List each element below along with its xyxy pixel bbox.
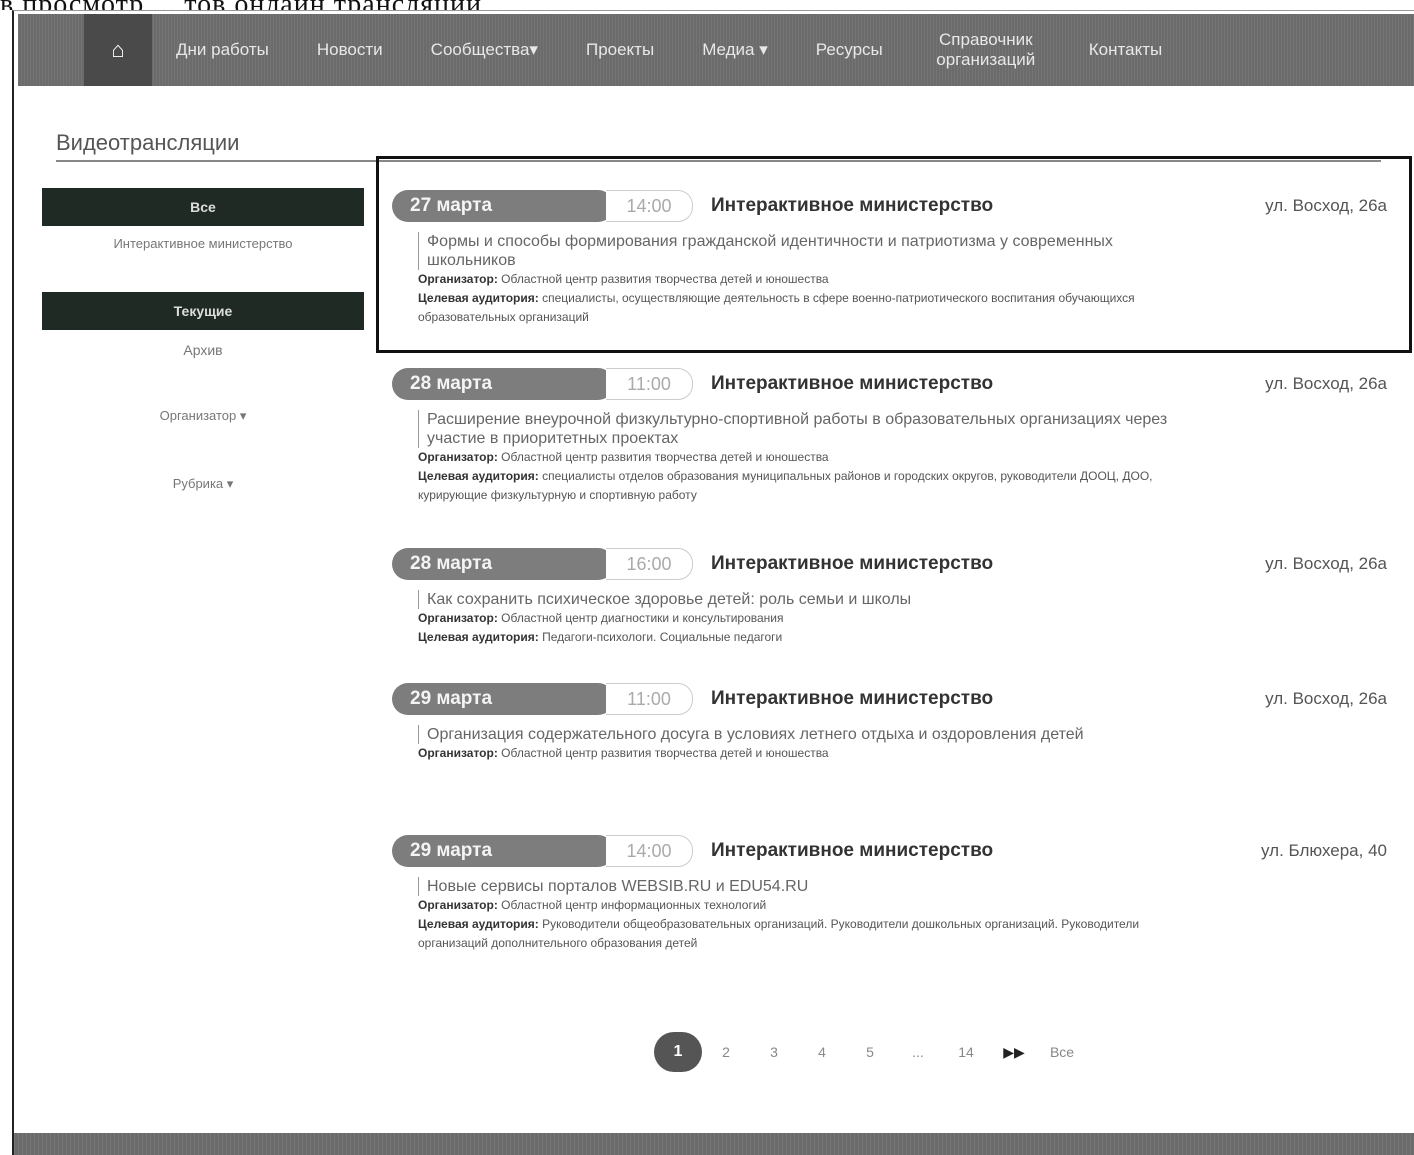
nav-item-directory[interactable]: Справочник организаций	[907, 30, 1065, 70]
event-description[interactable]: Расширение внеурочной физкультурно-спорт…	[418, 410, 1187, 448]
event-description[interactable]: Формы и способы формирования гражданской…	[418, 232, 1187, 270]
event-audience: Целевая аудитория: Руководители общеобра…	[418, 917, 1140, 950]
page-3-button[interactable]: 3	[750, 1044, 798, 1060]
nav-item-work-days[interactable]: Дни работы	[152, 40, 293, 60]
page-footer	[14, 1133, 1414, 1155]
event-date: 29 марта	[392, 683, 614, 715]
event-time: 16:00	[606, 548, 693, 580]
rubric-filter-dropdown[interactable]: Рубрика ▾	[42, 476, 364, 492]
event-date: 27 марта	[392, 190, 614, 222]
event-audience: Целевая аудитория: Педагоги-психологи. С…	[418, 630, 783, 644]
page-2-button[interactable]: 2	[702, 1044, 750, 1060]
event-time: 14:00	[606, 835, 693, 867]
event-organizer: Организатор: Областной центр развития тв…	[418, 746, 829, 760]
page-top-fragment: в просмотр ... тов онлайн трансляций	[0, 0, 1414, 10]
nav-item-communities[interactable]: Сообщества▾	[407, 40, 562, 60]
nav-item-resources[interactable]: Ресурсы	[792, 40, 907, 60]
page-5-button[interactable]: 5	[846, 1044, 894, 1060]
event-organizer: Организатор: Областной центр развития тв…	[418, 450, 829, 464]
event-time: 14:00	[606, 190, 693, 222]
show-all-pages-button[interactable]: Все	[1038, 1044, 1086, 1060]
event-time: 11:00	[606, 368, 693, 400]
pagination: 1 2 3 4 5 ... 14 ▶▶ Все	[654, 1032, 1086, 1072]
next-page-icon[interactable]: ▶▶	[990, 1044, 1038, 1061]
event-item[interactable]: 29 марта 14:00 Интерактивное министерств…	[392, 831, 1387, 971]
event-date: 28 марта	[392, 548, 614, 580]
event-date: 29 марта	[392, 835, 614, 867]
event-address: ул. Восход, 26а	[1265, 554, 1387, 573]
filter-all-button[interactable]: Все	[42, 188, 364, 226]
organizer-filter-dropdown[interactable]: Организатор ▾	[42, 408, 364, 424]
event-item[interactable]: 27 марта 14:00 Интерактивное министерств…	[392, 186, 1387, 364]
event-organizer: Организатор: Областной центр диагностики…	[418, 611, 784, 625]
event-description[interactable]: Организация содержательного досуга в усл…	[418, 725, 1187, 744]
event-list: 27 марта 14:00 Интерактивное министерств…	[392, 186, 1387, 971]
main-navbar: ⌂ Дни работы Новости Сообщества▾ Проекты…	[18, 14, 1414, 86]
event-title[interactable]: Интерактивное министерство	[711, 840, 1261, 862]
event-item[interactable]: 28 марта 16:00 Интерактивное министерств…	[392, 544, 1387, 679]
page-title: Видеотрансляции	[56, 130, 240, 155]
page-ellipsis: ...	[912, 1044, 924, 1060]
event-title[interactable]: Интерактивное министерство	[711, 553, 1265, 575]
event-time: 11:00	[606, 683, 693, 715]
event-address: ул. Восход, 26а	[1265, 196, 1387, 215]
nav-item-news[interactable]: Новости	[293, 40, 407, 60]
event-item[interactable]: 29 марта 11:00 Интерактивное министерств…	[392, 679, 1387, 831]
page-1-button[interactable]: 1	[654, 1032, 702, 1072]
event-description[interactable]: Как сохранить психическое здоровье детей…	[418, 590, 1187, 609]
nav-item-media[interactable]: Медиа ▾	[678, 40, 792, 60]
event-title[interactable]: Интерактивное министерство	[711, 688, 1265, 710]
home-icon: ⌂	[111, 37, 125, 62]
event-audience: Целевая аудитория: специалисты отделов о…	[418, 469, 1153, 502]
nav-item-contacts[interactable]: Контакты	[1065, 40, 1186, 60]
filter-all-caption[interactable]: Интерактивное министерство	[42, 236, 364, 251]
event-organizer: Организатор: Областной центр развития тв…	[418, 272, 829, 286]
event-organizer: Организатор: Областной центр информацион…	[418, 898, 767, 912]
filter-archive-link[interactable]: Архив	[42, 342, 364, 358]
event-title[interactable]: Интерактивное министерство	[711, 195, 1265, 217]
event-item[interactable]: 28 марта 11:00 Интерактивное министерств…	[392, 364, 1387, 544]
page-4-button[interactable]: 4	[798, 1044, 846, 1060]
event-address: ул. Блюхера, 40	[1261, 841, 1387, 860]
filter-current-button[interactable]: Текущие	[42, 292, 364, 330]
event-date: 28 марта	[392, 368, 614, 400]
event-description[interactable]: Новые сервисы порталов WEBSIB.RU и EDU54…	[418, 877, 1187, 896]
event-audience: Целевая аудитория: специалисты, осуществ…	[418, 291, 1135, 324]
page-14-button[interactable]: 14	[942, 1044, 990, 1060]
home-button[interactable]: ⌂	[84, 14, 152, 86]
event-title[interactable]: Интерактивное министерство	[711, 373, 1265, 395]
nav-item-projects[interactable]: Проекты	[562, 40, 678, 60]
event-address: ул. Восход, 26а	[1265, 689, 1387, 708]
event-address: ул. Восход, 26а	[1265, 374, 1387, 393]
